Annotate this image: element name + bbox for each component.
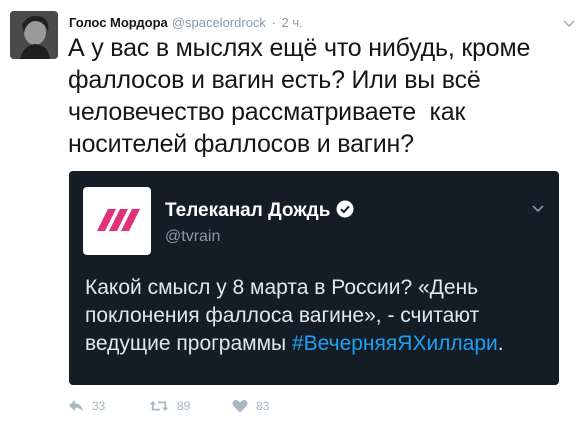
like-button[interactable]: 83 (232, 398, 269, 413)
reply-count: 33 (92, 398, 106, 413)
quoted-text-end: . (497, 332, 504, 355)
like-count: 83 (256, 398, 270, 413)
heart-icon (232, 399, 248, 413)
hashtag-link[interactable]: #ВечерняяЯХиллари (292, 332, 498, 355)
chevron-down-icon[interactable] (562, 16, 576, 30)
quoted-tweet-card[interactable]: Телеканал Дождь @tvrain Какой смысл у 8 … (69, 171, 559, 385)
tweet-header: Голос Мордора @spacelordrock · 2 ч. (69, 15, 303, 31)
chevron-down-icon[interactable] (531, 201, 545, 215)
retweet-count: 89 (177, 398, 191, 413)
quoted-author-name-text: Телеканал Дождь (165, 200, 331, 221)
retweet-button[interactable]: 89 (149, 398, 190, 413)
tweet-text: А у вас в мыслях ещё что нибудь, кроме ф… (68, 34, 537, 158)
tvrain-logo (83, 187, 151, 255)
separator: · (271, 15, 276, 30)
quoted-author-name[interactable]: Телеканал Дождь (165, 200, 354, 222)
timestamp[interactable]: 2 ч. (282, 15, 303, 30)
avatar[interactable] (10, 11, 58, 59)
reply-button[interactable]: 33 (68, 398, 105, 413)
author-handle[interactable]: @spacelordrock (172, 15, 266, 30)
author-name[interactable]: Голос Мордора (69, 15, 168, 30)
quoted-tweet-text: Какой смысл у 8 марта в России? «День по… (85, 274, 555, 358)
reply-icon (69, 399, 83, 412)
verified-badge-icon (336, 200, 354, 218)
tweet: Голос Мордора @spacelordrock · 2 ч. А у в… (0, 0, 588, 430)
quoted-author-handle[interactable]: @tvrain (165, 228, 220, 246)
retweet-icon (149, 400, 169, 411)
